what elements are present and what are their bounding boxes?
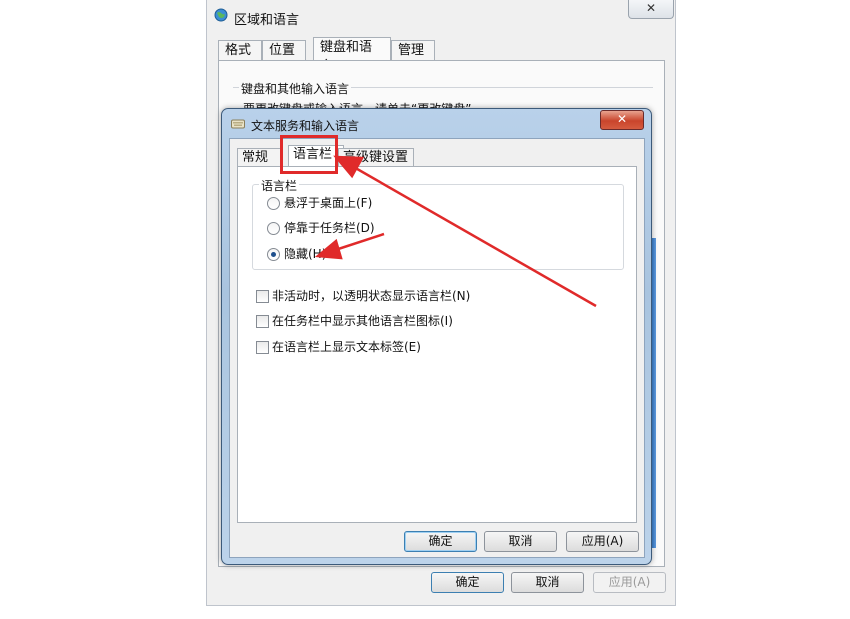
tab-administrative[interactable]: 管理 [391, 40, 435, 60]
checkbox-label: 在语言栏上显示文本标签(E) [272, 340, 421, 354]
text-services-dialog: 文本服务和输入语言 ✕ 常规 语言栏 高级键设置 语言栏 悬浮于桌面上(F) 停… [221, 108, 652, 565]
checkbox-label: 非活动时，以透明状态显示语言栏(N) [272, 289, 471, 303]
tab-advanced-key-settings[interactable]: 高级键设置 [338, 148, 414, 167]
checkbox[interactable] [256, 315, 269, 328]
inner-titlebar: 文本服务和输入语言 ✕ [222, 109, 651, 137]
tab-keyboards-languages[interactable]: 键盘和语言 [313, 37, 391, 74]
outer-apply-button: 应用(A) [593, 572, 666, 593]
outer-title: 区域和语言 [234, 13, 300, 28]
radio-label: 停靠于任务栏(D) [284, 221, 375, 235]
inner-ok-button[interactable]: 确定 [404, 531, 477, 552]
outer-close-button[interactable]: ✕ [628, 0, 674, 19]
inner-cancel-button[interactable]: 取消 [484, 531, 557, 552]
radio-button[interactable] [267, 222, 280, 235]
radio-label: 悬浮于桌面上(F) [284, 196, 373, 210]
outer-titlebar: 区域和语言 ✕ [207, 0, 675, 34]
checkbox[interactable] [256, 290, 269, 303]
radio-button[interactable] [267, 197, 280, 210]
outer-cancel-button[interactable]: 取消 [511, 572, 584, 593]
inner-apply-button[interactable]: 应用(A) [566, 531, 639, 552]
inner-client-area: 常规 语言栏 高级键设置 语言栏 悬浮于桌面上(F) 停靠于任务栏(D) 隐藏(… [229, 138, 645, 558]
outer-button-row: 确定 取消 应用(A) [207, 572, 675, 596]
language-bar-group-title: 语言栏 [259, 177, 300, 194]
tab-highlight-box [280, 135, 338, 174]
inner-title: 文本服务和输入语言 [251, 119, 360, 133]
radio-label: 隐藏(H) [284, 247, 327, 261]
tab-location[interactable]: 位置 [262, 40, 306, 60]
keyboard-icon [231, 119, 245, 129]
outer-ok-button[interactable]: 确定 [431, 572, 504, 593]
tab-formats[interactable]: 格式 [218, 40, 262, 60]
tab-general[interactable]: 常规 [237, 148, 281, 167]
inner-close-button[interactable]: ✕ [600, 110, 644, 130]
language-bar-panel: 语言栏 悬浮于桌面上(F) 停靠于任务栏(D) 隐藏(H) 非活动时，以透明状态… [237, 166, 637, 523]
checkbox[interactable] [256, 341, 269, 354]
language-bar-group: 语言栏 悬浮于桌面上(F) 停靠于任务栏(D) 隐藏(H) [252, 177, 624, 270]
keyboard-group-title: 键盘和其他输入语言 [239, 80, 352, 97]
radio-button-checked[interactable] [267, 248, 280, 261]
checkbox-label: 在任务栏中显示其他语言栏图标(I) [272, 314, 453, 328]
globe-icon [214, 8, 228, 22]
